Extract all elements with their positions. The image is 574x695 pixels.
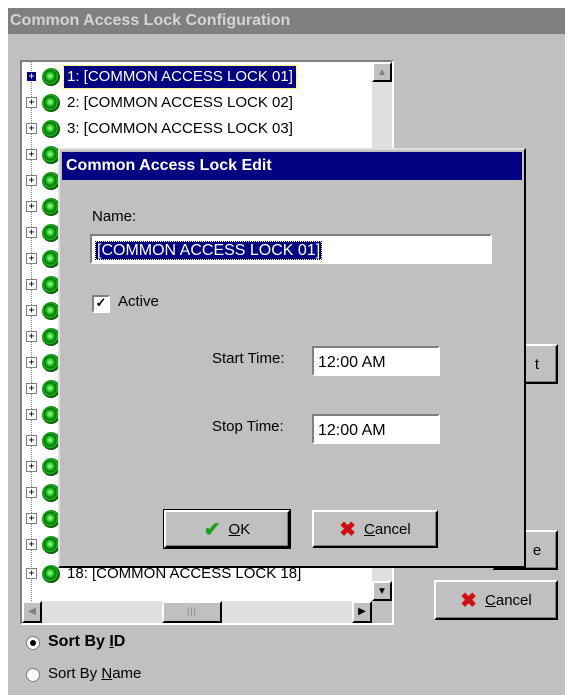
active-label: Active [118, 293, 159, 310]
sort-by-id-radio[interactable] [26, 636, 40, 650]
active-option[interactable]: ✓ Active [90, 292, 210, 314]
expand-icon[interactable]: + [26, 383, 37, 394]
status-lamp-icon [42, 94, 60, 112]
expand-icon[interactable]: + [26, 279, 37, 290]
status-lamp-icon [42, 120, 60, 138]
tree-item-label[interactable]: 1: [COMMON ACCESS LOCK 01] [63, 65, 297, 89]
expand-icon[interactable]: + [26, 487, 37, 498]
expand-icon[interactable]: + [26, 201, 37, 212]
cancel-button-label: Cancel [485, 591, 532, 609]
sort-by-name-radio[interactable] [26, 668, 40, 682]
tree-item-lock-01[interactable]: + 1: [COMMON ACCESS LOCK 01] [22, 65, 372, 91]
expand-icon[interactable]: + [26, 409, 37, 420]
expand-icon[interactable]: + [26, 435, 37, 446]
edit-button-label: t [534, 355, 540, 373]
expand-icon[interactable]: + [26, 331, 37, 342]
tree-item-label[interactable]: 2: [COMMON ACCESS LOCK 02] [64, 92, 296, 114]
ok-button[interactable]: ✔ OK [163, 509, 291, 549]
start-time-field[interactable]: 12:00 AM [312, 346, 440, 376]
ok-check-icon: ✔ [203, 518, 221, 541]
lock-edit-dialog: Common Access Lock Edit Name: [COMMON AC… [58, 148, 526, 568]
sort-by-id-option[interactable]: Sort By ID [26, 632, 326, 654]
expand-icon[interactable]: + [26, 97, 37, 108]
expand-icon[interactable]: + [26, 568, 37, 579]
sort-by-name-option[interactable]: Sort By Name [26, 664, 326, 686]
cancel-button[interactable]: ✖ Cancel [434, 580, 558, 620]
dialog-cancel-label: Cancel [364, 520, 411, 538]
scrollbar-corner [372, 601, 392, 623]
status-lamp-icon [42, 68, 60, 86]
radio-dot-icon [30, 640, 36, 646]
stop-time-field[interactable]: 12:00 AM [312, 414, 440, 444]
scroll-left-icon[interactable]: ◀ [22, 601, 42, 623]
stop-time-label: Stop Time: [212, 418, 284, 435]
expand-icon[interactable]: + [26, 175, 37, 186]
expand-icon[interactable]: + [26, 539, 37, 550]
expand-icon[interactable]: + [26, 71, 37, 82]
name-field-value: [COMMON ACCESS LOCK 01] [94, 241, 323, 260]
ok-button-label: OK [228, 520, 251, 538]
name-label: Name: [92, 208, 137, 225]
name-field[interactable]: [COMMON ACCESS LOCK 01] [90, 234, 492, 264]
expand-icon[interactable]: + [26, 357, 37, 368]
start-time-label: Start Time: [212, 350, 285, 367]
dialog-title: Common Access Lock Edit [62, 152, 522, 180]
horizontal-scrollbar[interactable]: ◀ ||| ▶ [22, 601, 372, 623]
scroll-thumb[interactable]: ||| [162, 601, 222, 623]
expand-icon[interactable]: + [26, 149, 37, 160]
expand-icon[interactable]: + [26, 253, 37, 264]
expand-icon[interactable]: + [26, 513, 37, 524]
scroll-right-icon[interactable]: ▶ [352, 601, 372, 623]
expand-icon[interactable]: + [26, 305, 37, 316]
window-title: Common Access Lock Configuration [8, 8, 565, 34]
expand-icon[interactable]: + [26, 461, 37, 472]
tree-item-label[interactable]: 3: [COMMON ACCESS LOCK 03] [64, 118, 296, 140]
sort-by-id-label: Sort By ID [48, 633, 126, 650]
active-checkbox[interactable]: ✓ [92, 295, 110, 313]
expand-icon[interactable]: + [26, 123, 37, 134]
cancel-x-icon: ✖ [339, 518, 357, 541]
sort-by-name-label: Sort By Name [48, 665, 142, 682]
dialog-cancel-button[interactable]: ✖ Cancel [312, 510, 438, 548]
tree-item-lock-02[interactable]: + 2: [COMMON ACCESS LOCK 02] [22, 91, 372, 117]
save-button-label: e [532, 541, 542, 559]
tree-item-lock-03[interactable]: + 3: [COMMON ACCESS LOCK 03] [22, 117, 372, 143]
cancel-x-icon: ✖ [460, 589, 478, 612]
expand-icon[interactable]: + [26, 227, 37, 238]
scroll-down-icon[interactable]: ▼ [372, 581, 392, 601]
scroll-up-icon[interactable]: ▲ [372, 62, 392, 82]
